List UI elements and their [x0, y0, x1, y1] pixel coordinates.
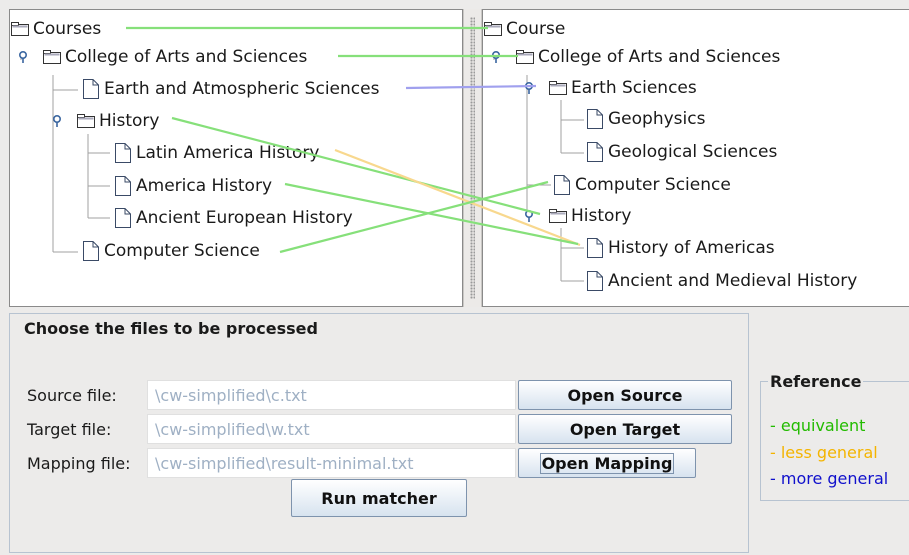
run-matcher-button[interactable]: Run matcher: [291, 479, 467, 517]
open-target-button[interactable]: Open Target: [518, 414, 732, 444]
legend-more-general: - more general: [770, 469, 889, 488]
folder-icon: [43, 50, 61, 64]
tree-node-source-root[interactable]: Courses: [11, 17, 101, 41]
folder-icon: [11, 22, 29, 36]
file-icon: [584, 141, 604, 163]
expand-handle-icon[interactable]: [490, 51, 502, 63]
expand-handle-icon[interactable]: [523, 210, 535, 222]
legend-equivalent: - equivalent: [770, 416, 866, 435]
node-label: Earth and Atmospheric Sciences: [104, 79, 380, 99]
mapping-file-field[interactable]: \cw-simplified\result-minimal.txt: [147, 448, 516, 478]
node-label: History of Americas: [608, 238, 775, 258]
node-label: Computer Science: [104, 241, 260, 261]
files-panel-title: Choose the files to be processed: [22, 319, 320, 338]
file-icon: [584, 108, 604, 130]
open-mapping-label: Open Mapping: [539, 452, 675, 474]
node-label: Geological Sciences: [608, 142, 778, 162]
source-file-field[interactable]: \cw-simplified\c.txt: [147, 380, 516, 410]
target-file-label: Target file:: [27, 420, 112, 439]
tree-node-target-college[interactable]: College of Arts and Sciences: [490, 45, 780, 69]
tree-node-source-ancient[interactable]: Ancient European History: [112, 206, 353, 230]
tree-node-target-geophysics[interactable]: Geophysics: [584, 107, 705, 131]
tree-node-target-geological[interactable]: Geological Sciences: [584, 140, 777, 164]
tree-node-source-america[interactable]: America History: [112, 174, 272, 198]
tree-node-target-earth[interactable]: Earth Sciences: [523, 76, 697, 100]
tree-node-source-cs[interactable]: Computer Science: [80, 239, 260, 263]
node-label: Earth Sciences: [571, 78, 697, 98]
file-icon: [80, 78, 100, 100]
tree-node-target-history[interactable]: History: [523, 204, 631, 228]
file-icon: [551, 174, 571, 196]
source-file-label: Source file:: [27, 386, 117, 405]
expand-handle-icon[interactable]: [17, 51, 29, 63]
open-source-button[interactable]: Open Source: [518, 380, 732, 410]
file-icon: [112, 175, 132, 197]
folder-icon: [549, 209, 567, 223]
tree-node-source-history[interactable]: History: [51, 109, 159, 133]
tree-node-source-college[interactable]: College of Arts and Sciences: [17, 45, 307, 69]
file-icon: [584, 270, 604, 292]
open-mapping-button[interactable]: Open Mapping: [518, 448, 696, 478]
folder-icon: [77, 114, 95, 128]
node-label: Ancient and Medieval History: [608, 271, 858, 291]
expand-handle-icon[interactable]: [51, 115, 63, 127]
divider-grip[interactable]: [470, 17, 475, 299]
node-label: History: [99, 111, 160, 131]
node-label: Geophysics: [608, 109, 706, 129]
tree-node-target-cs[interactable]: Computer Science: [551, 173, 731, 197]
legend-less-general: - less general: [770, 443, 878, 462]
node-label: Ancient European History: [136, 208, 353, 228]
expand-handle-icon[interactable]: [523, 82, 535, 94]
folder-icon: [484, 22, 502, 36]
tree-node-target-ancient[interactable]: Ancient and Medieval History: [584, 269, 857, 293]
node-label: History: [571, 206, 632, 226]
node-label: Courses: [33, 19, 102, 39]
target-file-field[interactable]: \cw-simplified\w.txt: [147, 414, 516, 444]
mapping-file-label: Mapping file:: [27, 454, 131, 473]
tree-node-source-latin[interactable]: Latin America History: [112, 141, 319, 165]
tree-node-target-americas[interactable]: History of Americas: [584, 236, 775, 260]
reference-title: Reference: [768, 372, 864, 391]
folder-icon: [549, 81, 567, 95]
file-icon: [584, 237, 604, 259]
split-pane-divider[interactable]: [463, 9, 482, 307]
file-icon: [112, 142, 132, 164]
file-icon: [112, 207, 132, 229]
node-label: College of Arts and Sciences: [538, 47, 781, 67]
node-label: College of Arts and Sciences: [65, 47, 308, 67]
tree-node-source-earth[interactable]: Earth and Atmospheric Sciences: [80, 77, 379, 101]
node-label: Computer Science: [575, 175, 731, 195]
node-label: Course: [506, 19, 566, 39]
node-label: America History: [136, 176, 273, 196]
tree-node-target-root[interactable]: Course: [484, 17, 565, 41]
folder-icon: [516, 50, 534, 64]
node-label: Latin America History: [136, 143, 320, 163]
file-icon: [80, 240, 100, 262]
